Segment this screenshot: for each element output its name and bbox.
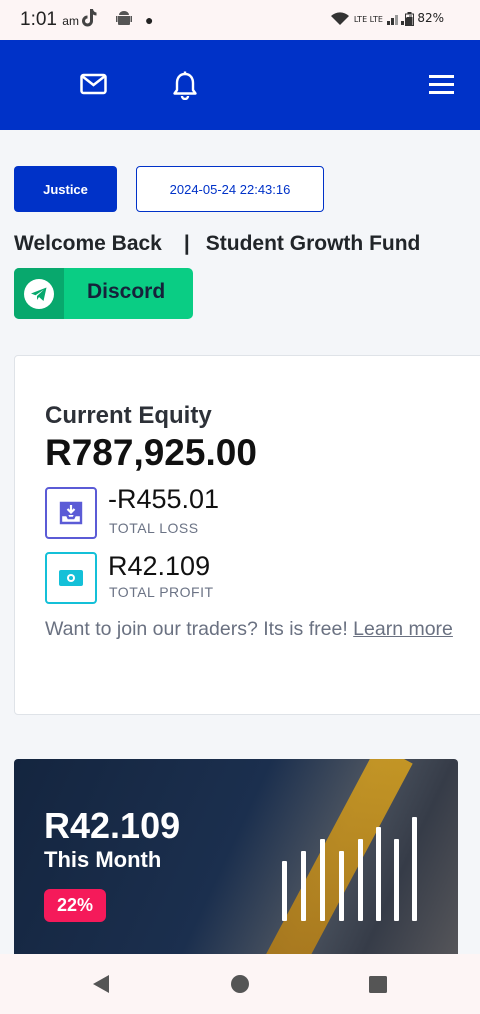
month-label: This Month xyxy=(44,847,162,872)
more-notifications-icon: ● xyxy=(145,12,154,28)
welcome-separator: | xyxy=(183,232,190,255)
welcome-heading: Welcome Back | Student Growth Fund xyxy=(14,232,420,256)
month-percent-badge: 22% xyxy=(44,889,106,922)
equity-label: Current Equity xyxy=(45,402,212,429)
discord-icon-box xyxy=(14,268,64,319)
join-text: Want to join our traders? Its is free! L… xyxy=(45,618,453,641)
join-message: Want to join our traders? Its is free! xyxy=(45,618,348,640)
cash-icon xyxy=(59,570,83,586)
profit-value: R42.109 xyxy=(108,551,211,581)
top-navbar xyxy=(0,40,480,130)
bell-icon[interactable] xyxy=(172,71,198,100)
card-background-road xyxy=(255,759,413,954)
telegram-icon xyxy=(24,278,54,309)
main-content: Justice 2024-05-24 22:43:16 Welcome Back… xyxy=(0,130,480,954)
back-icon[interactable] xyxy=(92,974,110,994)
status-bar: 1:01 am ● LTE LTE 82% xyxy=(0,0,480,40)
loss-stat-icon xyxy=(45,487,97,539)
monthly-card: R42.109 This Month 22% xyxy=(14,759,458,954)
welcome-greeting: Welcome Back xyxy=(14,232,162,255)
android-icon xyxy=(116,11,133,25)
wifi-icon xyxy=(331,11,349,25)
battery-icon xyxy=(404,11,414,26)
mail-icon[interactable] xyxy=(80,73,107,95)
discord-label: Discord xyxy=(87,280,166,303)
profit-stat-icon xyxy=(45,552,97,604)
battery-indicator: 82% xyxy=(404,11,444,26)
status-time: 1:01 am xyxy=(20,9,79,30)
home-icon[interactable] xyxy=(231,975,249,993)
datetime-button[interactable]: 2024-05-24 22:43:16 xyxy=(136,166,324,212)
equity-value: R787,925.00 xyxy=(45,432,257,473)
month-value: R42.109 xyxy=(44,805,181,846)
loss-label: TOTAL LOSS xyxy=(109,520,199,536)
notification-icons xyxy=(80,8,133,33)
tiktok-icon xyxy=(82,9,97,27)
fund-name: Student Growth Fund xyxy=(205,232,421,255)
menu-icon[interactable] xyxy=(429,75,454,94)
loss-value: -R455.01 xyxy=(108,484,220,514)
user-button[interactable]: Justice xyxy=(14,166,117,212)
equity-card: Current Equity R787,925.00 -R455.01 TOTA… xyxy=(14,355,480,715)
profit-label: TOTAL PROFIT xyxy=(109,584,214,600)
download-box-icon xyxy=(59,501,83,525)
network-indicator: LTE LTE xyxy=(330,11,413,26)
recents-icon[interactable] xyxy=(369,976,387,993)
system-navigation-bar xyxy=(0,954,480,1014)
learn-more-link[interactable]: Learn more xyxy=(353,618,453,640)
discord-button[interactable]: Discord xyxy=(14,268,193,319)
